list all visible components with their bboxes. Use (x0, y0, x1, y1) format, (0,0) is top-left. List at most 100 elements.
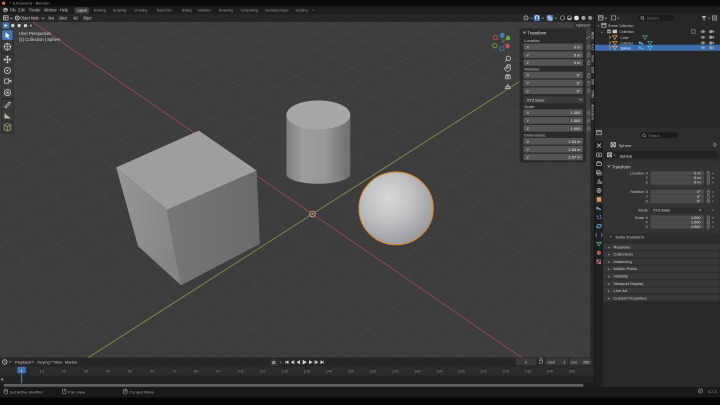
svg-text:End: End (571, 360, 577, 364)
svg-text:Animation: Animation (590, 104, 594, 120)
svg-text:Y: Y (527, 118, 530, 123)
svg-text:Object: Object (83, 16, 92, 21)
svg-text:Y: Y (527, 52, 530, 57)
svg-text:110: 110 (260, 370, 266, 374)
svg-text:0 m: 0 m (574, 60, 581, 65)
svg-text:20: 20 (62, 370, 66, 374)
svg-text:Keying: Keying (38, 360, 50, 365)
svg-text:30: 30 (84, 370, 88, 374)
svg-text:Edit: Edit (590, 67, 594, 73)
svg-text:100: 100 (237, 370, 243, 374)
svg-text:Add: Add (73, 16, 78, 21)
svg-text:Context Menu: Context Menu (129, 389, 154, 394)
svg-text:90: 90 (216, 370, 220, 374)
svg-text:Cube: Cube (621, 35, 630, 40)
svg-text:Texture Paint: Texture Paint (156, 8, 172, 13)
svg-text:170: 170 (392, 370, 398, 374)
svg-text:Geometry Nodes: Geometry Nodes (265, 8, 289, 13)
svg-text:0 m: 0 m (694, 181, 700, 185)
svg-text:Select: Select (59, 16, 68, 21)
svg-text:Search: Search (649, 134, 661, 138)
svg-text:1.000: 1.000 (570, 118, 581, 123)
svg-text:Scale:: Scale: (524, 104, 535, 109)
svg-text:40: 40 (106, 370, 110, 374)
svg-text:Compositing: Compositing (241, 8, 258, 13)
svg-text:X: X (527, 139, 530, 144)
svg-text:Custom Properties: Custom Properties (614, 295, 647, 300)
svg-text:X: X (527, 73, 530, 78)
svg-text:Item: Item (590, 32, 594, 39)
svg-text:1.000: 1.000 (691, 216, 701, 220)
svg-text:▸: ▸ (614, 153, 616, 157)
svg-text:Collection: Collection (620, 29, 635, 34)
svg-text:Scripting: Scripting (296, 8, 308, 13)
svg-text:Scene Collection: Scene Collection (608, 23, 634, 28)
svg-text:▸: ▸ (608, 289, 610, 293)
svg-text:Scale X: Scale X (635, 216, 649, 220)
svg-text:User Perspective: User Perspective (19, 31, 52, 36)
svg-text:▾: ▾ (598, 24, 600, 28)
svg-text:50F: 50F (590, 79, 594, 85)
svg-text:Object Mode: Object Mode (21, 16, 40, 21)
svg-text:0°: 0° (697, 199, 701, 203)
svg-text:Search: Search (647, 17, 659, 21)
svg-text:Transform: Transform (612, 164, 631, 169)
svg-text:Relations: Relations (614, 244, 631, 249)
svg-text:VRM: VRM (590, 90, 594, 98)
svg-text:1.000: 1.000 (570, 126, 581, 131)
svg-text:240: 240 (547, 370, 553, 374)
svg-text:120: 120 (282, 370, 288, 374)
svg-text:Layout: Layout (77, 8, 88, 13)
svg-text:0°: 0° (577, 88, 581, 93)
svg-text:60: 60 (150, 370, 154, 374)
svg-text:Rendering: Rendering (219, 8, 233, 13)
svg-text:* (Unsaved) - Blender: * (Unsaved) - Blender (10, 1, 51, 6)
svg-text:220: 220 (503, 370, 509, 374)
svg-text:▸: ▸ (608, 253, 610, 257)
svg-text:View: View (590, 55, 594, 63)
svg-text:Mode: Mode (639, 209, 649, 213)
svg-text:0°: 0° (577, 73, 581, 78)
svg-text:Animation: Animation (198, 8, 211, 13)
svg-text:▸: ▸ (608, 275, 610, 279)
svg-text:▸: ▸ (608, 260, 610, 264)
svg-text:1.000: 1.000 (691, 220, 701, 224)
svg-text:Visibility: Visibility (614, 274, 628, 279)
svg-text:Marker: Marker (65, 360, 78, 365)
svg-text:0°: 0° (697, 195, 701, 199)
svg-text:Line Art: Line Art (614, 288, 628, 293)
svg-text:Render: Render (29, 8, 41, 13)
svg-text:180: 180 (414, 370, 420, 374)
svg-text:Window: Window (44, 8, 57, 13)
svg-text:Instancing: Instancing (614, 259, 632, 264)
svg-text:Start: Start (548, 360, 556, 364)
svg-text:Collections: Collections (614, 252, 634, 257)
svg-text:Location:: Location: (524, 38, 540, 43)
svg-text:250: 250 (583, 360, 589, 364)
svg-text:UV Editing: UV Editing (134, 8, 147, 13)
svg-text:Viewport Display: Viewport Display (614, 281, 644, 286)
svg-text:160: 160 (370, 370, 376, 374)
svg-text:View: View (54, 360, 63, 365)
svg-text:0°: 0° (697, 190, 701, 194)
svg-text:Options: Options (576, 23, 589, 28)
svg-text:Help: Help (60, 8, 69, 13)
svg-text:Sculpting: Sculpting (113, 8, 126, 13)
svg-text:Set Active Modifier: Set Active Modifier (10, 389, 44, 394)
svg-text:1.54 m: 1.54 m (568, 139, 581, 144)
svg-text:Location X: Location X (630, 172, 648, 176)
svg-text:Shading: Shading (182, 8, 192, 13)
svg-text:50: 50 (128, 370, 132, 374)
svg-text:Rotation:: Rotation: (524, 67, 540, 72)
svg-text:1.54 m: 1.54 m (568, 147, 581, 152)
svg-text:Playback: Playback (15, 360, 31, 365)
svg-text:230: 230 (525, 370, 531, 374)
svg-text:1.000: 1.000 (570, 110, 581, 115)
svg-text:▸: ▸ (608, 282, 610, 286)
svg-text:130: 130 (304, 370, 310, 374)
svg-text:Tool: Tool (590, 44, 594, 51)
svg-text:XYZ Euler: XYZ Euler (653, 209, 671, 213)
svg-text:Sphere: Sphere (619, 143, 633, 148)
svg-text:X: X (527, 110, 530, 115)
svg-text:Motion Paths: Motion Paths (614, 266, 637, 271)
